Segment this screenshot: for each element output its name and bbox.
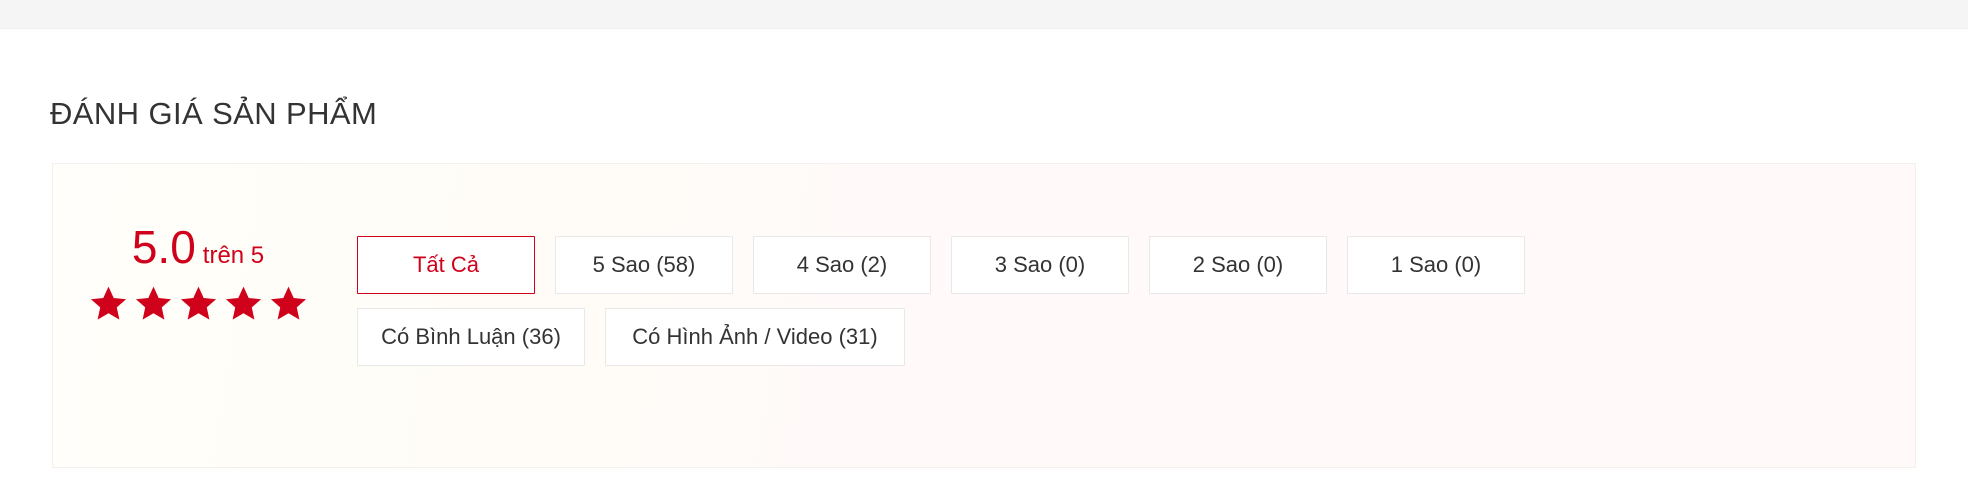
rating-out-of-label: trên 5 [202,242,265,269]
filter-button[interactable]: Có Hình Ảnh / Video (31) [605,308,905,366]
filter-button[interactable]: 1 Sao (0) [1347,236,1525,294]
filter-button[interactable]: 2 Sao (0) [1149,236,1327,294]
filter-button[interactable]: 5 Sao (58) [555,236,733,294]
product-review-panel: 5.0 trên 5 Tất Cả 5 Sao (58) 4 Sao (2) 3 Sa… [52,163,1916,468]
star-icon [135,286,171,320]
rating-summary: 5.0 trên 5 [53,164,343,323]
rating-star-row [88,284,309,323]
rating-score-line: 5.0 trên 5 [132,222,264,272]
star-icon [90,286,126,320]
filter-button[interactable]: Tất Cả [357,236,535,294]
review-filter-group: Tất Cả 5 Sao (58) 4 Sao (2) 3 Sao (0) 2 Sao … [343,164,1915,366]
review-section-page: ĐÁNH GIÁ SẢN PHẨM 5.0 trên 5 Tất Cả 5 Sao… [0,0,1968,500]
rating-score-value: 5.0 [131,221,196,273]
filter-button[interactable]: 3 Sao (0) [951,236,1129,294]
page-top-separator [0,0,1968,29]
filter-button[interactable]: 4 Sao (2) [753,236,931,294]
star-icon [270,286,306,320]
star-icon [180,286,216,320]
star-icon [225,286,261,320]
filter-button[interactable]: Có Bình Luận (36) [357,308,585,366]
page-title: ĐÁNH GIÁ SẢN PHẨM [50,95,378,131]
filter-row: Tất Cả 5 Sao (58) 4 Sao (2) 3 Sao (0) 2 Sao … [357,236,1915,294]
filter-row: Có Bình Luận (36) Có Hình Ảnh / Video (31… [357,308,1915,366]
